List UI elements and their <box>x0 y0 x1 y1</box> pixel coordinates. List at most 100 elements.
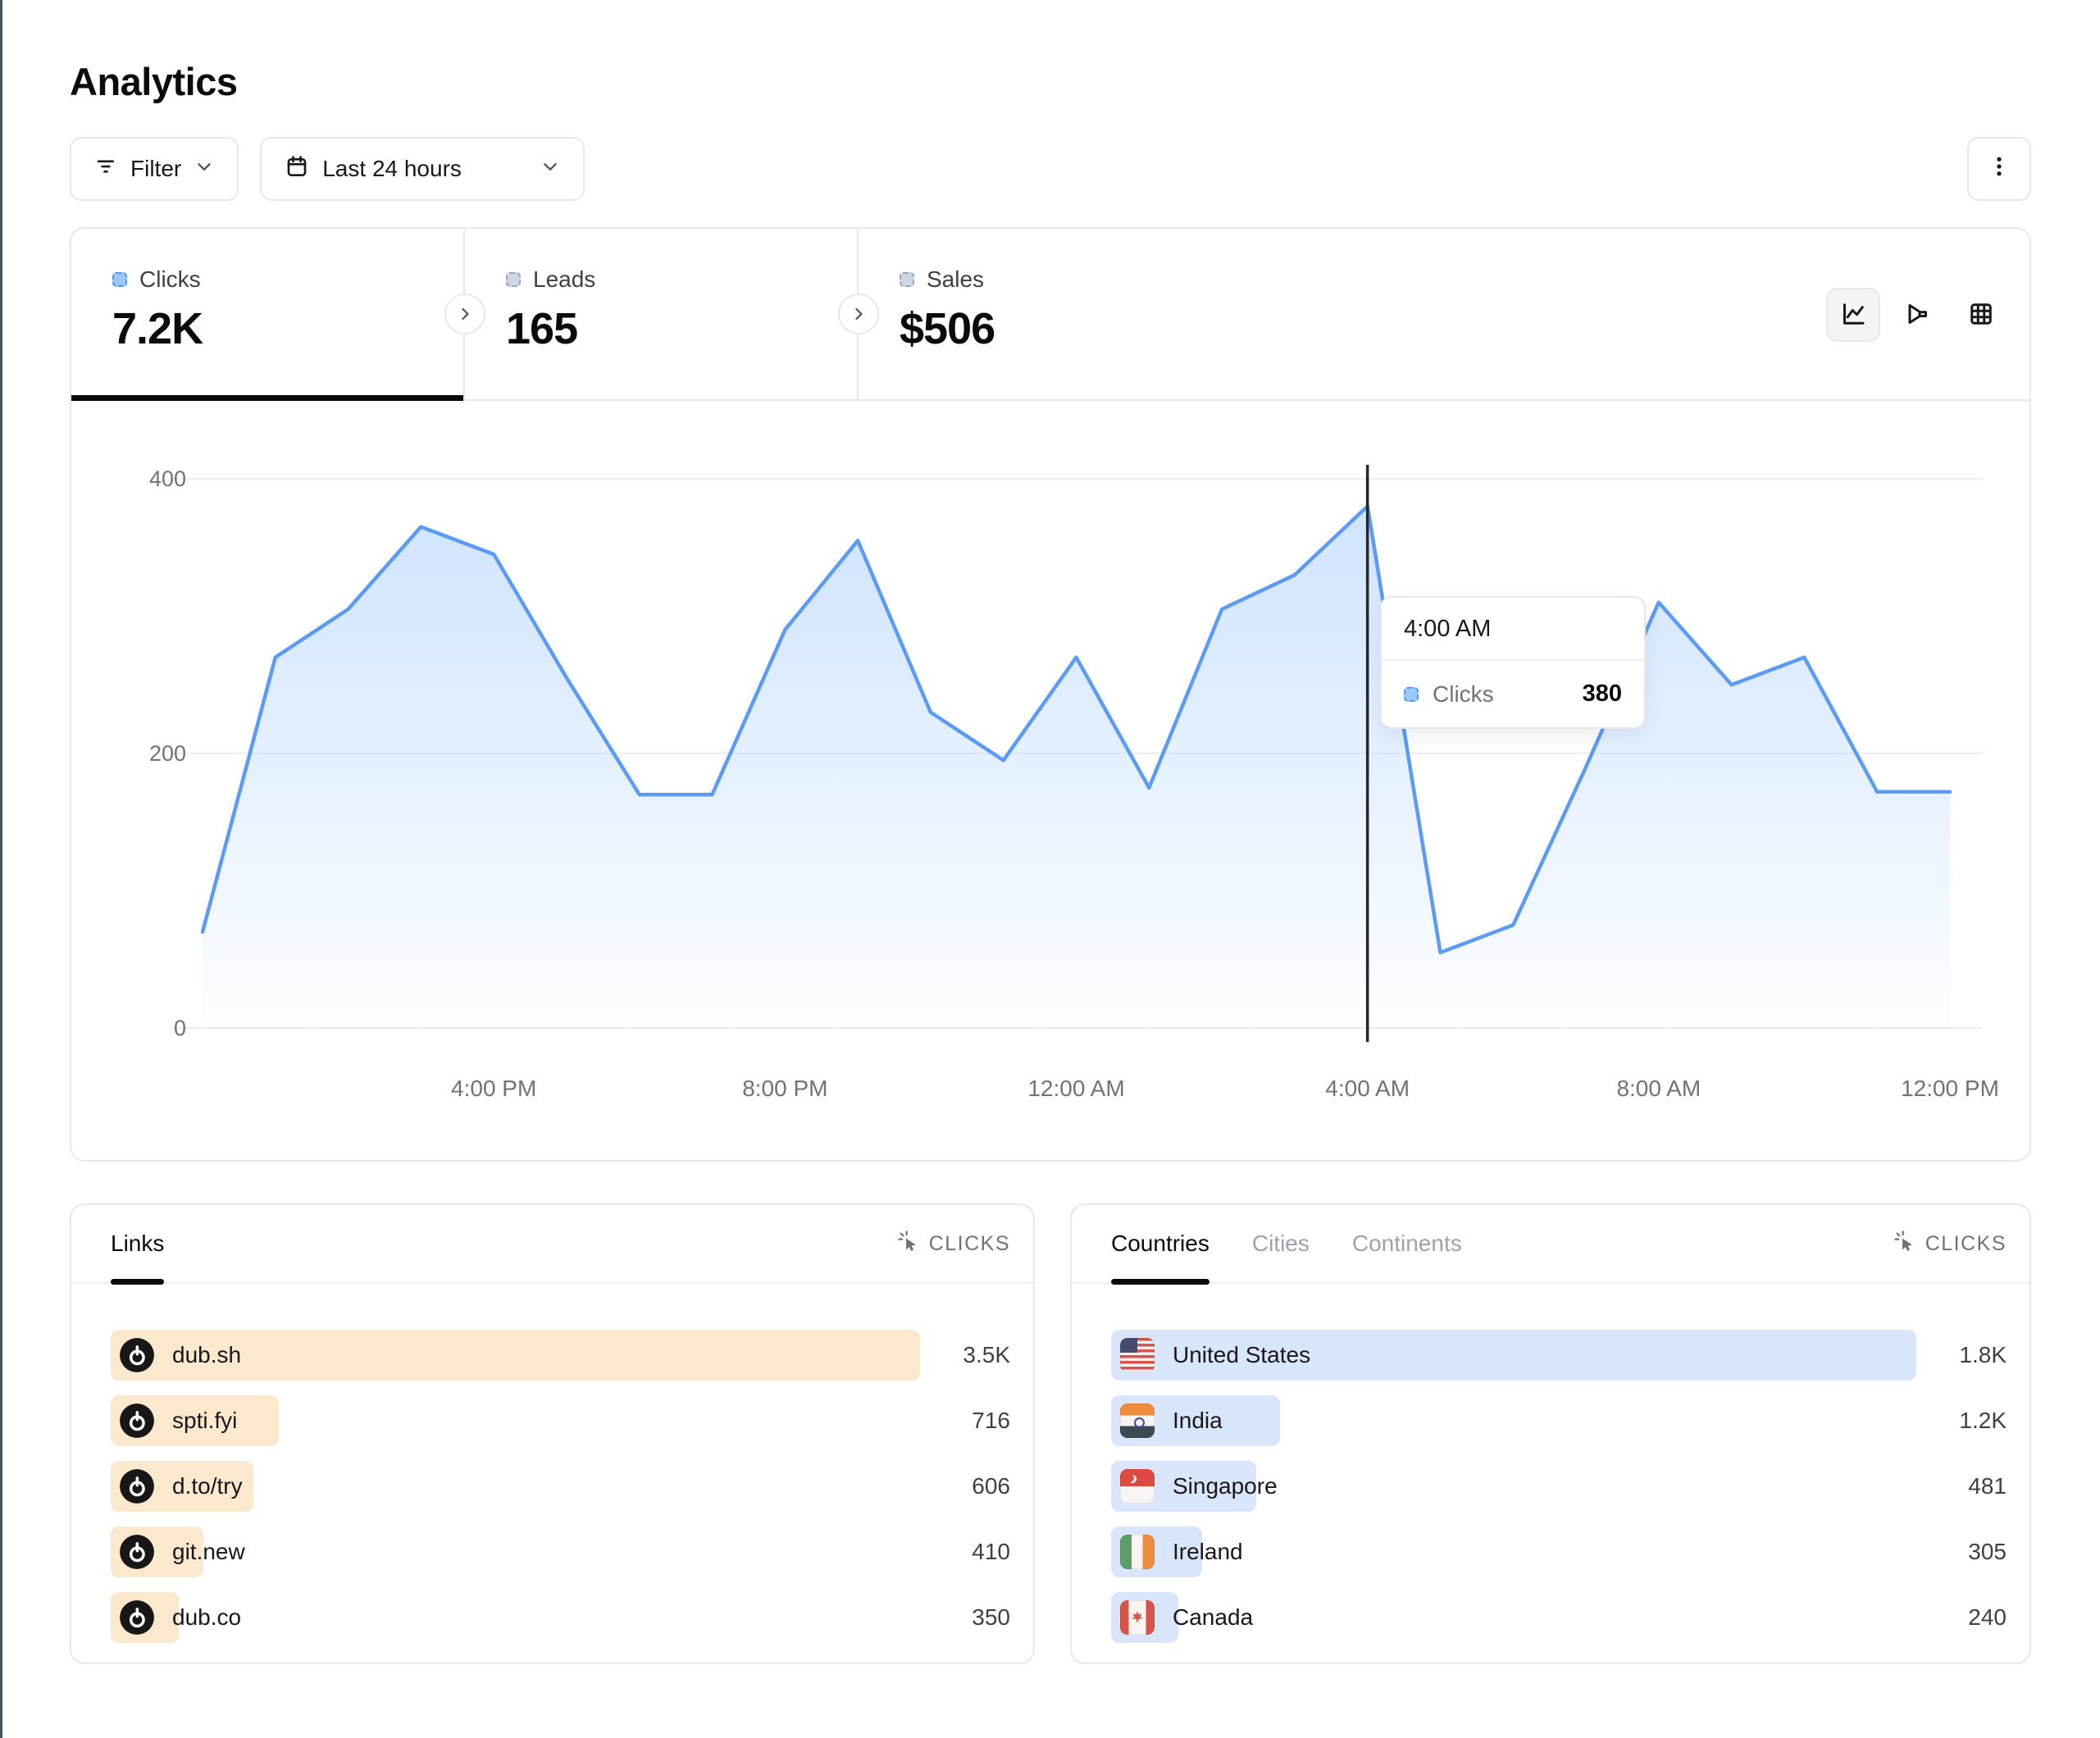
dub-favicon-icon <box>120 1338 154 1372</box>
svg-text:12:00 AM: 12:00 AM <box>1027 1076 1124 1101</box>
table-row[interactable]: India 1.2K <box>1111 1395 2007 1446</box>
tab-sales-value: $506 <box>900 303 1250 354</box>
line-chart-icon <box>1838 299 1868 331</box>
svg-text:0: 0 <box>174 1016 186 1040</box>
row-value: 305 <box>1968 1539 2007 1565</box>
row-label: dub.co <box>172 1604 241 1631</box>
analytics-chart-card: Clicks 7.2K Leads 165 <box>70 227 2031 1162</box>
countries-list: United States 1.8K India 1.2K Singapore … <box>1072 1284 2029 1643</box>
chart-type-toolbar <box>1826 288 2008 342</box>
svg-text:8:00 AM: 8:00 AM <box>1616 1076 1701 1101</box>
tab-clicks-value: 7.2K <box>112 303 463 354</box>
date-range-label: Last 24 hours <box>322 156 462 182</box>
dub-favicon-icon <box>120 1469 154 1504</box>
tab-leads-label: Leads <box>533 266 595 293</box>
countries-panel: Countries Cities Continents CLICKS <box>1070 1203 2031 1664</box>
row-label: United States <box>1173 1342 1310 1368</box>
funnel-view-button[interactable] <box>1890 288 1944 342</box>
cursor-click-icon <box>897 1230 920 1258</box>
tab-countries[interactable]: Countries <box>1111 1204 1209 1283</box>
tab-countries-label: Countries <box>1111 1231 1209 1257</box>
tab-continents-label: Continents <box>1352 1231 1462 1257</box>
us-flag-icon <box>1120 1338 1155 1372</box>
tab-cities[interactable]: Cities <box>1252 1204 1310 1283</box>
row-value: 1.8K <box>1959 1342 2007 1368</box>
table-row[interactable]: d.to/try 606 <box>111 1461 1010 1512</box>
tab-continents[interactable]: Continents <box>1352 1204 1462 1283</box>
table-row[interactable]: git.new 410 <box>111 1526 1010 1577</box>
tab-links-label: Links <box>111 1231 164 1257</box>
cursor-click-icon <box>1893 1230 1916 1258</box>
clicks-legend-icon <box>112 272 127 287</box>
row-label: git.new <box>172 1539 245 1565</box>
table-row[interactable]: Ireland 305 <box>1111 1526 2007 1577</box>
row-value: 240 <box>1968 1604 2007 1631</box>
links-metric-selector[interactable]: CLICKS <box>897 1230 1010 1258</box>
row-label: d.to/try <box>172 1473 243 1499</box>
row-value: 716 <box>972 1408 1010 1434</box>
tab-sales-label: Sales <box>927 266 984 293</box>
chevron-down-icon <box>194 156 215 183</box>
row-value: 350 <box>972 1604 1010 1631</box>
kebab-menu-icon <box>1987 154 2011 184</box>
row-label: spti.fyi <box>172 1408 237 1434</box>
filter-button[interactable]: Filter <box>70 137 239 201</box>
page-title: Analytics <box>70 59 2031 104</box>
tooltip-series-label: Clicks <box>1433 681 1494 707</box>
table-grid-icon <box>1966 299 1996 331</box>
tab-cities-label: Cities <box>1252 1231 1310 1257</box>
analytics-page: Analytics Filter Last 24 <box>70 0 2031 1664</box>
stat-tabs: Clicks 7.2K Leads 165 <box>71 229 2029 401</box>
breakdown-panels: Links CLICKS dub.sh 3.5K spti.fyi <box>70 1203 2031 1664</box>
dub-favicon-icon <box>120 1404 154 1438</box>
table-row[interactable]: Canada 240 <box>1111 1592 2007 1643</box>
date-range-button[interactable]: Last 24 hours <box>260 137 585 201</box>
row-value: 3.5K <box>963 1342 1010 1368</box>
line-chart-view-button[interactable] <box>1826 288 1880 342</box>
leads-legend-icon <box>506 272 521 287</box>
chevron-down-icon <box>540 156 561 183</box>
table-row[interactable]: dub.sh 3.5K <box>111 1330 1010 1381</box>
table-view-button[interactable] <box>1954 288 2008 342</box>
sales-legend-icon <box>900 272 914 287</box>
window-edge-accent <box>0 0 2 1738</box>
sg-flag-icon <box>1120 1469 1155 1504</box>
chart-tooltip: 4:00 AM Clicks 380 <box>1380 596 1646 729</box>
table-row[interactable]: United States 1.8K <box>1111 1330 2007 1381</box>
table-row[interactable]: dub.co 350 <box>111 1592 1010 1643</box>
tooltip-value: 380 <box>1583 680 1622 707</box>
more-options-button[interactable] <box>1967 137 2031 201</box>
in-flag-icon <box>1120 1404 1155 1438</box>
ca-flag-icon <box>1120 1600 1155 1635</box>
row-value: 481 <box>1968 1473 2007 1499</box>
row-value: 606 <box>972 1473 1010 1499</box>
tab-leads[interactable]: Leads 165 <box>465 229 857 399</box>
row-label: Ireland <box>1173 1539 1243 1565</box>
links-metric-label: CLICKS <box>929 1232 1010 1256</box>
links-list: dub.sh 3.5K spti.fyi 716 d.to/try 606 gi… <box>71 1284 1033 1643</box>
table-row[interactable]: spti.fyi 716 <box>111 1395 1010 1446</box>
row-label: Singapore <box>1173 1473 1278 1499</box>
links-panel: Links CLICKS dub.sh 3.5K spti.fyi <box>70 1203 1035 1664</box>
tab-clicks-label: Clicks <box>139 266 201 293</box>
countries-metric-selector[interactable]: CLICKS <box>1893 1230 2007 1258</box>
tooltip-time: 4:00 AM <box>1382 598 1644 661</box>
clicks-timeseries-chart[interactable]: 02004004:00 PM8:00 PM12:00 AM4:00 AM8:00… <box>71 401 2029 1158</box>
svg-text:12:00 PM: 12:00 PM <box>1901 1076 1999 1101</box>
area-chart-canvas: 02004004:00 PM8:00 PM12:00 AM4:00 AM8:00… <box>71 401 2029 1158</box>
svg-text:4:00 AM: 4:00 AM <box>1325 1076 1410 1101</box>
row-label: Canada <box>1173 1604 1253 1631</box>
tab-sales[interactable]: Sales $506 <box>859 229 1250 399</box>
tab-links[interactable]: Links <box>111 1204 164 1283</box>
countries-metric-label: CLICKS <box>1925 1232 2007 1256</box>
ie-flag-icon <box>1120 1535 1155 1569</box>
tab-clicks[interactable]: Clicks 7.2K <box>71 229 463 399</box>
row-label: India <box>1173 1408 1223 1434</box>
table-row[interactable]: Singapore 481 <box>1111 1461 2007 1512</box>
tab-leads-value: 165 <box>506 303 857 354</box>
row-value: 410 <box>972 1539 1010 1565</box>
filter-button-label: Filter <box>130 156 181 182</box>
clicks-legend-icon <box>1404 687 1419 702</box>
filter-lines-icon <box>93 154 118 184</box>
dub-favicon-icon <box>120 1600 154 1635</box>
